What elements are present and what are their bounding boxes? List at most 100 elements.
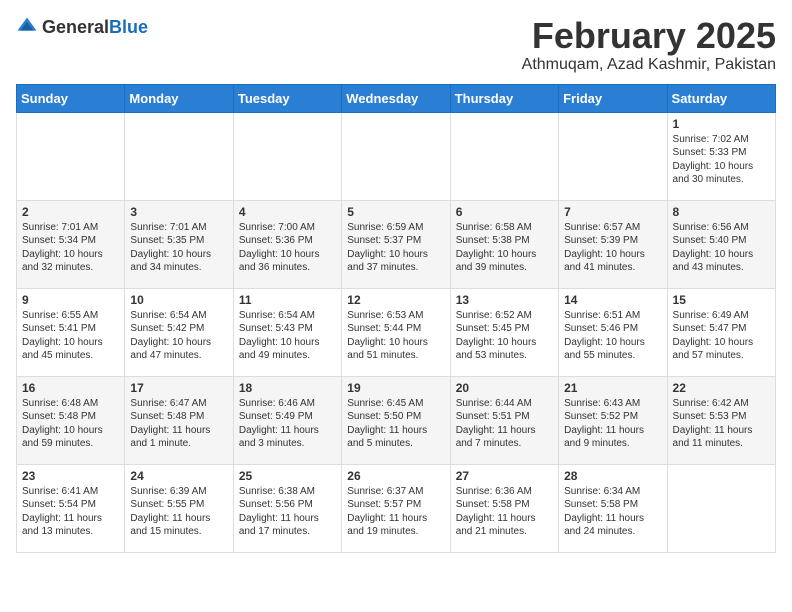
weekday-header-friday: Friday bbox=[559, 84, 667, 112]
calendar-cell: 21 Sunrise: 6:43 AM Sunset: 5:52 PM Dayli… bbox=[559, 376, 667, 464]
calendar-cell: 1 Sunrise: 7:02 AM Sunset: 5:33 PM Daylig… bbox=[667, 112, 775, 200]
day-number: 4 bbox=[239, 205, 336, 219]
calendar-cell: 5 Sunrise: 6:59 AM Sunset: 5:37 PM Daylig… bbox=[342, 200, 450, 288]
day-number: 12 bbox=[347, 293, 444, 307]
weekday-header-tuesday: Tuesday bbox=[233, 84, 341, 112]
calendar-cell: 18 Sunrise: 6:46 AM Sunset: 5:49 PM Dayli… bbox=[233, 376, 341, 464]
day-info: Sunrise: 7:01 AM Sunset: 5:35 PM Dayligh… bbox=[130, 221, 227, 275]
day-info: Sunrise: 6:54 AM Sunset: 5:42 PM Dayligh… bbox=[130, 309, 227, 363]
day-info: Sunrise: 6:51 AM Sunset: 5:46 PM Dayligh… bbox=[564, 309, 661, 363]
day-number: 18 bbox=[239, 381, 336, 395]
week-row-4: 16 Sunrise: 6:48 AM Sunset: 5:48 PM Dayli… bbox=[17, 376, 776, 464]
calendar-cell bbox=[559, 112, 667, 200]
day-info: Sunrise: 7:01 AM Sunset: 5:34 PM Dayligh… bbox=[22, 221, 119, 275]
weekday-header-row: SundayMondayTuesdayWednesdayThursdayFrid… bbox=[17, 84, 776, 112]
week-row-5: 23 Sunrise: 6:41 AM Sunset: 5:54 PM Dayli… bbox=[17, 464, 776, 552]
calendar-cell: 26 Sunrise: 6:37 AM Sunset: 5:57 PM Dayli… bbox=[342, 464, 450, 552]
day-number: 20 bbox=[456, 381, 553, 395]
logo-blue: Blue bbox=[109, 17, 148, 37]
day-info: Sunrise: 6:48 AM Sunset: 5:48 PM Dayligh… bbox=[22, 397, 119, 451]
weekday-header-monday: Monday bbox=[125, 84, 233, 112]
day-number: 22 bbox=[673, 381, 770, 395]
calendar-cell: 7Sunrise: 6:57 AM Sunset: 5:39 PM Daylig… bbox=[559, 200, 667, 288]
week-row-2: 2 Sunrise: 7:01 AM Sunset: 5:34 PM Daylig… bbox=[17, 200, 776, 288]
week-row-1: 1 Sunrise: 7:02 AM Sunset: 5:33 PM Daylig… bbox=[17, 112, 776, 200]
day-info: Sunrise: 6:42 AM Sunset: 5:53 PM Dayligh… bbox=[673, 397, 770, 451]
day-number: 13 bbox=[456, 293, 553, 307]
day-number: 9 bbox=[22, 293, 119, 307]
day-info: Sunrise: 6:52 AM Sunset: 5:45 PM Dayligh… bbox=[456, 309, 553, 363]
weekday-header-sunday: Sunday bbox=[17, 84, 125, 112]
day-number: 28 bbox=[564, 469, 661, 483]
day-number: 25 bbox=[239, 469, 336, 483]
calendar-cell bbox=[342, 112, 450, 200]
day-number: 2 bbox=[22, 205, 119, 219]
day-info: Sunrise: 6:37 AM Sunset: 5:57 PM Dayligh… bbox=[347, 485, 444, 539]
day-info: Sunrise: 6:58 AM Sunset: 5:38 PM Dayligh… bbox=[456, 221, 553, 275]
location-title: Athmuqam, Azad Kashmir, Pakistan bbox=[522, 56, 776, 74]
calendar-cell: 12 Sunrise: 6:53 AM Sunset: 5:44 PM Dayli… bbox=[342, 288, 450, 376]
calendar-cell bbox=[125, 112, 233, 200]
day-number: 6 bbox=[456, 205, 553, 219]
day-info: Sunrise: 7:02 AM Sunset: 5:33 PM Dayligh… bbox=[673, 133, 770, 187]
calendar-cell: 8Sunrise: 6:56 AM Sunset: 5:40 PM Daylig… bbox=[667, 200, 775, 288]
calendar-cell: 9Sunrise: 6:55 AM Sunset: 5:41 PM Daylig… bbox=[17, 288, 125, 376]
calendar-cell: 10 Sunrise: 6:54 AM Sunset: 5:42 PM Dayli… bbox=[125, 288, 233, 376]
calendar-cell: 27 Sunrise: 6:36 AM Sunset: 5:58 PM Dayli… bbox=[450, 464, 558, 552]
month-title: February 2025 bbox=[522, 16, 776, 56]
day-number: 21 bbox=[564, 381, 661, 395]
day-number: 23 bbox=[22, 469, 119, 483]
calendar-cell: 14Sunrise: 6:51 AM Sunset: 5:46 PM Dayli… bbox=[559, 288, 667, 376]
calendar-cell: 28Sunrise: 6:34 AM Sunset: 5:58 PM Dayli… bbox=[559, 464, 667, 552]
calendar-cell: 17 Sunrise: 6:47 AM Sunset: 5:48 PM Dayli… bbox=[125, 376, 233, 464]
day-number: 16 bbox=[22, 381, 119, 395]
day-info: Sunrise: 6:47 AM Sunset: 5:48 PM Dayligh… bbox=[130, 397, 227, 451]
day-number: 11 bbox=[239, 293, 336, 307]
calendar-cell: 13 Sunrise: 6:52 AM Sunset: 5:45 PM Dayli… bbox=[450, 288, 558, 376]
day-info: Sunrise: 6:59 AM Sunset: 5:37 PM Dayligh… bbox=[347, 221, 444, 275]
calendar-cell: 23 Sunrise: 6:41 AM Sunset: 5:54 PM Dayli… bbox=[17, 464, 125, 552]
day-number: 27 bbox=[456, 469, 553, 483]
day-info: Sunrise: 6:36 AM Sunset: 5:58 PM Dayligh… bbox=[456, 485, 553, 539]
day-number: 5 bbox=[347, 205, 444, 219]
weekday-header-saturday: Saturday bbox=[667, 84, 775, 112]
calendar-table: SundayMondayTuesdayWednesdayThursdayFrid… bbox=[16, 84, 776, 553]
day-number: 15 bbox=[673, 293, 770, 307]
logo-text: GeneralBlue bbox=[42, 17, 148, 38]
weekday-header-wednesday: Wednesday bbox=[342, 84, 450, 112]
calendar-cell: 11 Sunrise: 6:54 AM Sunset: 5:43 PM Dayli… bbox=[233, 288, 341, 376]
day-number: 26 bbox=[347, 469, 444, 483]
day-info: Sunrise: 7:00 AM Sunset: 5:36 PM Dayligh… bbox=[239, 221, 336, 275]
day-number: 7 bbox=[564, 205, 661, 219]
day-info: Sunrise: 6:54 AM Sunset: 5:43 PM Dayligh… bbox=[239, 309, 336, 363]
logo-general: General bbox=[42, 17, 109, 37]
calendar-cell bbox=[667, 464, 775, 552]
calendar-cell: 19 Sunrise: 6:45 AM Sunset: 5:50 PM Dayli… bbox=[342, 376, 450, 464]
day-number: 17 bbox=[130, 381, 227, 395]
calendar-cell: 22 Sunrise: 6:42 AM Sunset: 5:53 PM Dayli… bbox=[667, 376, 775, 464]
day-info: Sunrise: 6:45 AM Sunset: 5:50 PM Dayligh… bbox=[347, 397, 444, 451]
calendar-cell bbox=[17, 112, 125, 200]
day-info: Sunrise: 6:41 AM Sunset: 5:54 PM Dayligh… bbox=[22, 485, 119, 539]
day-info: Sunrise: 6:56 AM Sunset: 5:40 PM Dayligh… bbox=[673, 221, 770, 275]
week-row-3: 9Sunrise: 6:55 AM Sunset: 5:41 PM Daylig… bbox=[17, 288, 776, 376]
calendar-cell: 20Sunrise: 6:44 AM Sunset: 5:51 PM Dayli… bbox=[450, 376, 558, 464]
calendar-cell: 6 Sunrise: 6:58 AM Sunset: 5:38 PM Daylig… bbox=[450, 200, 558, 288]
day-number: 10 bbox=[130, 293, 227, 307]
title-block: February 2025 Athmuqam, Azad Kashmir, Pa… bbox=[522, 16, 776, 74]
day-info: Sunrise: 6:43 AM Sunset: 5:52 PM Dayligh… bbox=[564, 397, 661, 451]
calendar-cell bbox=[450, 112, 558, 200]
day-number: 1 bbox=[673, 117, 770, 131]
day-info: Sunrise: 6:46 AM Sunset: 5:49 PM Dayligh… bbox=[239, 397, 336, 451]
calendar-cell: 3Sunrise: 7:01 AM Sunset: 5:35 PM Daylig… bbox=[125, 200, 233, 288]
day-number: 19 bbox=[347, 381, 444, 395]
calendar-cell: 2 Sunrise: 7:01 AM Sunset: 5:34 PM Daylig… bbox=[17, 200, 125, 288]
calendar-cell bbox=[233, 112, 341, 200]
calendar-cell: 24Sunrise: 6:39 AM Sunset: 5:55 PM Dayli… bbox=[125, 464, 233, 552]
calendar-cell: 4 Sunrise: 7:00 AM Sunset: 5:36 PM Daylig… bbox=[233, 200, 341, 288]
weekday-header-thursday: Thursday bbox=[450, 84, 558, 112]
calendar-cell: 25Sunrise: 6:38 AM Sunset: 5:56 PM Dayli… bbox=[233, 464, 341, 552]
day-info: Sunrise: 6:39 AM Sunset: 5:55 PM Dayligh… bbox=[130, 485, 227, 539]
day-info: Sunrise: 6:53 AM Sunset: 5:44 PM Dayligh… bbox=[347, 309, 444, 363]
page-header: GeneralBlue February 2025 Athmuqam, Azad… bbox=[16, 16, 776, 74]
